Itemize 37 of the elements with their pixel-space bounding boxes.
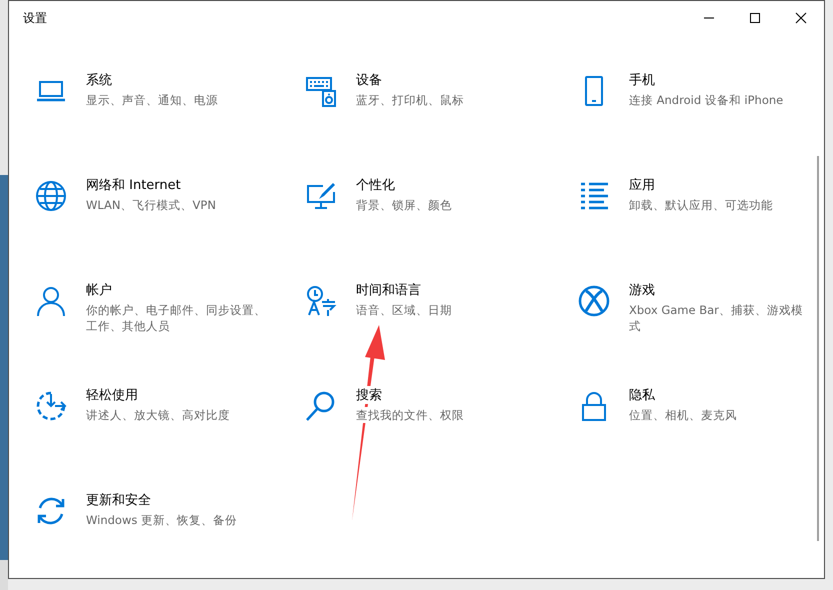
keyboard-speaker-icon [305, 75, 337, 107]
category-title[interactable]: 系统 [86, 71, 112, 89]
category-description: WLAN、飞行模式、VPN [86, 197, 216, 213]
category-description: 蓝牙、打印机、鼠标 [356, 92, 464, 108]
category-description: 位置、相机、麦克风 [629, 407, 737, 423]
category-title[interactable]: 手机 [629, 71, 655, 89]
maximize-icon [749, 12, 761, 24]
category-title[interactable]: 游戏 [629, 281, 655, 299]
category-title[interactable]: 时间和语言 [356, 281, 421, 299]
category-title[interactable]: 更新和安全 [86, 491, 151, 509]
scrollbar[interactable] [817, 156, 819, 541]
list-icon [578, 180, 610, 212]
search-icon [305, 390, 337, 422]
window-title: 设置 [22, 10, 48, 26]
category-description: 连接 Android 设备和 iPhone [629, 92, 784, 108]
category-description: 讲述人、放大镜、高对比度 [86, 407, 230, 423]
sync-arrows-icon [35, 495, 67, 527]
category-title[interactable]: 轻松使用 [86, 386, 138, 404]
close-icon [795, 12, 807, 24]
category-title[interactable]: 帐户 [86, 281, 112, 299]
globe-icon [35, 180, 67, 212]
category-title[interactable]: 网络和 Internet [86, 176, 181, 194]
category-description: 卸载、默认应用、可选功能 [629, 197, 773, 213]
category-title[interactable]: 搜索 [356, 386, 382, 404]
category-description: 背景、锁屏、颜色 [356, 197, 452, 213]
category-description: 查找我的文件、权限 [356, 407, 464, 423]
category-description: Windows 更新、恢复、备份 [86, 512, 237, 528]
category-description: 显示、声音、通知、电源 [86, 92, 218, 108]
category-title[interactable]: 隐私 [629, 386, 655, 404]
category-title[interactable]: 设备 [356, 71, 382, 89]
clock-language-icon [305, 285, 337, 317]
category-title[interactable]: 应用 [629, 176, 655, 194]
category-title[interactable]: 个性化 [356, 176, 395, 194]
person-icon [35, 285, 67, 317]
dashed-circle-arrow-icon [35, 390, 67, 422]
monitor-brush-icon [305, 180, 337, 212]
category-description: 语音、区域、日期 [356, 302, 452, 318]
